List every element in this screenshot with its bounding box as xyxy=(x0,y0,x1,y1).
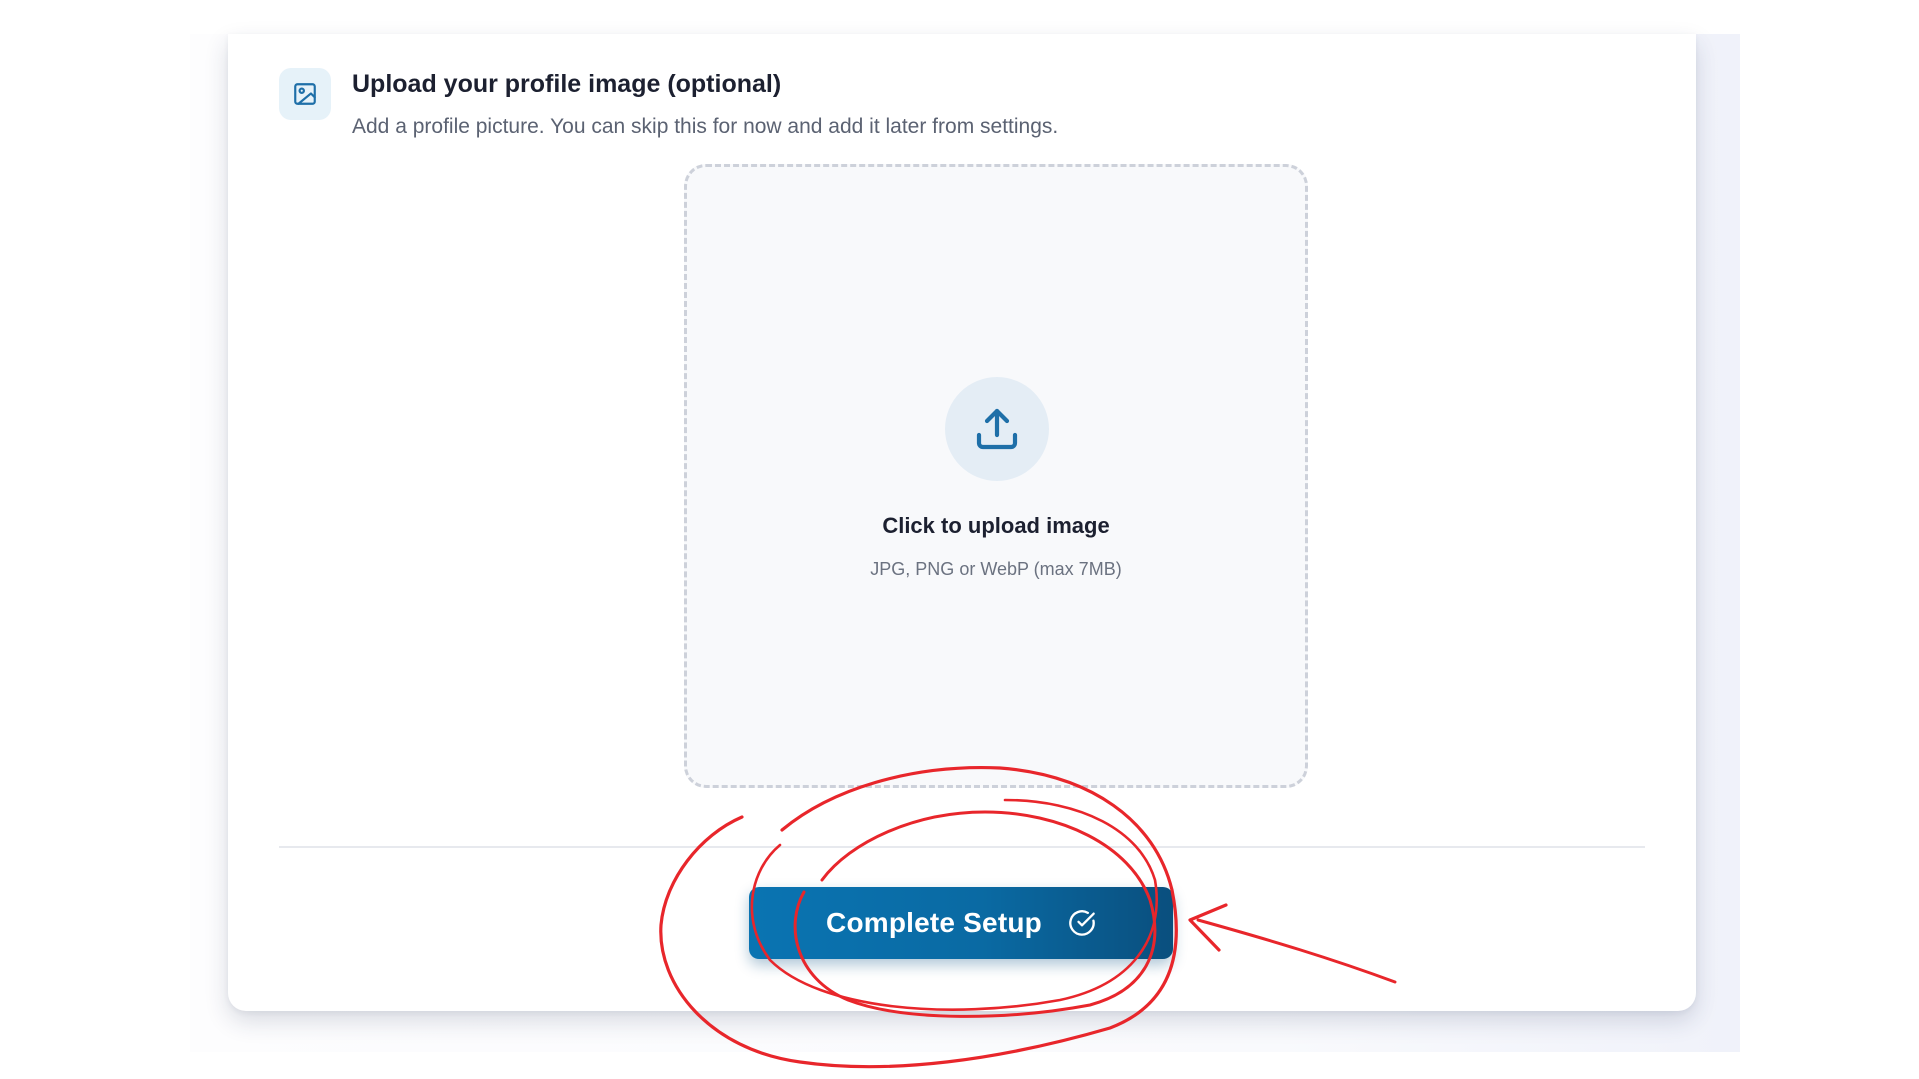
dropzone-hint: JPG, PNG or WebP (max 7MB) xyxy=(870,559,1122,579)
image-dropzone[interactable]: Click to upload image JPG, PNG or WebP (… xyxy=(684,164,1308,788)
complete-setup-label: Complete Setup xyxy=(826,907,1042,938)
image-icon xyxy=(279,68,331,120)
section-title: Upload your profile image (optional) xyxy=(352,70,782,98)
dropzone-title: Click to upload image xyxy=(882,513,1110,538)
upload-icon xyxy=(945,377,1049,481)
check-circle-icon xyxy=(1068,909,1096,937)
section-description: Add a profile picture. You can skip this… xyxy=(352,115,1059,138)
setup-card: Upload your profile image (optional) Add… xyxy=(228,34,1696,1011)
complete-setup-button[interactable]: Complete Setup xyxy=(749,887,1173,959)
footer-divider xyxy=(279,846,1645,848)
